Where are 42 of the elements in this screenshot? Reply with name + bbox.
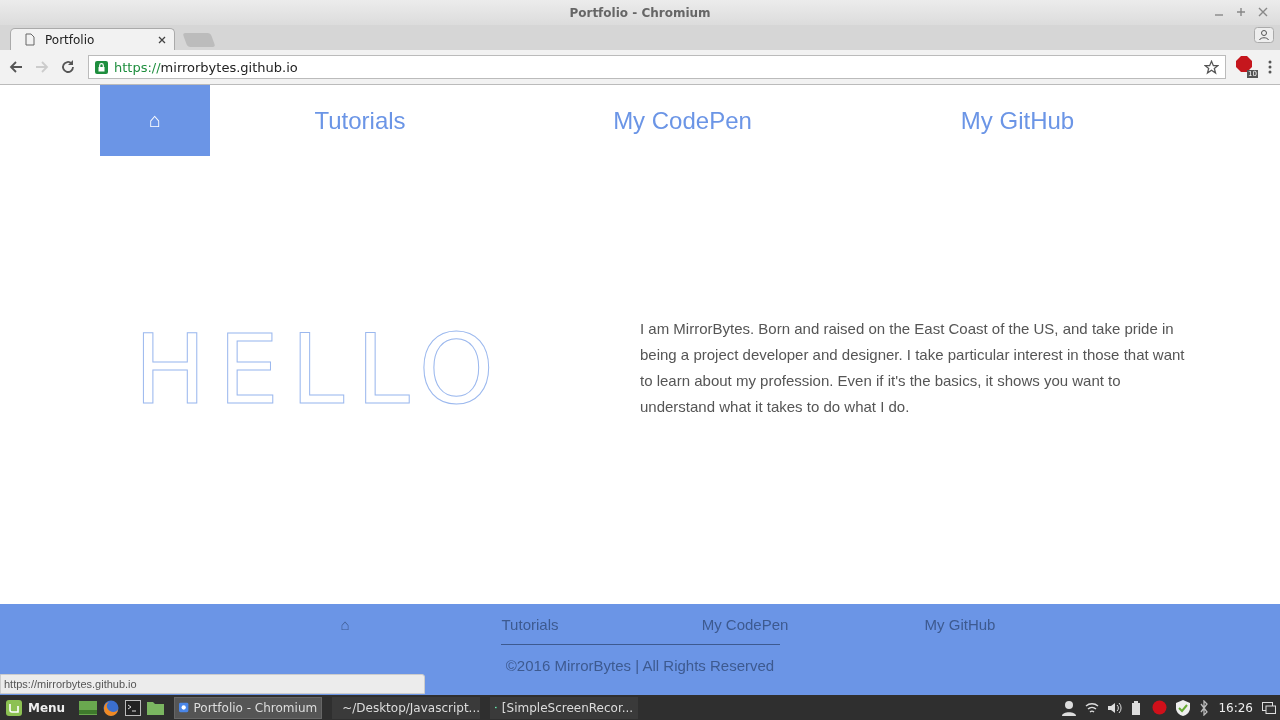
taskbar-window-button[interactable]: ~/Desktop/Javascript... xyxy=(332,696,481,719)
footer-link[interactable]: My GitHub xyxy=(924,616,996,633)
nav-link[interactable]: Tutorials xyxy=(210,85,510,156)
home-link[interactable]: ⌂ xyxy=(340,616,350,633)
stop-sign-icon xyxy=(1236,56,1252,72)
footer-link[interactable]: Tutorials xyxy=(501,616,559,633)
address-bar[interactable]: https://mirrorbytes.github.io xyxy=(88,55,1226,79)
page-icon xyxy=(25,33,35,46)
user-icon[interactable] xyxy=(1062,699,1077,716)
menu-icon[interactable] xyxy=(1268,60,1272,74)
about-paragraph: I am MirrorBytes. Born and raised on the East Coast of the US, and take pride in being a project developer and designer. I take particular interest in those that want to learn about my profession. Even if it's the basics, it shows you want to understand what it takes to do what I do. xyxy=(640,319,1185,417)
wifi-icon[interactable] xyxy=(1085,701,1100,714)
taskbar-window-button[interactable]: Portfolio - Chromium xyxy=(174,696,323,719)
bookmark-star-icon[interactable] xyxy=(1204,59,1219,75)
hello-heading: HELLO xyxy=(134,314,506,426)
start-menu-button[interactable]: Menu xyxy=(4,699,74,716)
home-link[interactable]: ⌂ xyxy=(100,85,210,156)
status-url-bubble: https://mirrorbytes.github.io xyxy=(0,674,425,694)
url-text: https://mirrorbytes.github.io xyxy=(114,59,299,75)
reload-icon[interactable] xyxy=(60,59,76,75)
lock-icon xyxy=(95,60,108,74)
browser-tab[interactable]: Portfolio xyxy=(10,28,175,50)
record-icon[interactable] xyxy=(1152,700,1168,715)
profile-icon[interactable] xyxy=(1254,27,1274,43)
maximize-icon[interactable] xyxy=(1236,7,1246,17)
bluetooth-icon[interactable] xyxy=(1199,699,1210,716)
footer-link[interactable]: My CodePen xyxy=(701,616,789,633)
close-icon[interactable] xyxy=(158,35,166,44)
taskbar-window-button[interactable]: [SimpleScreenRecor... xyxy=(490,696,639,719)
nav-link[interactable]: My CodePen xyxy=(510,85,855,156)
clock: 16:26 xyxy=(1218,700,1253,715)
back-icon[interactable] xyxy=(8,59,24,75)
copyright-text: ©2016 MirrorBytes | All Rights Reserved xyxy=(505,657,775,674)
window-title: Portfolio - Chromium xyxy=(569,5,711,20)
nav-link[interactable]: My GitHub xyxy=(855,85,1180,156)
desktop-icon[interactable] xyxy=(79,699,98,716)
show-desktop-icon[interactable] xyxy=(1262,701,1276,714)
shield-icon[interactable] xyxy=(1176,699,1191,716)
folder-icon[interactable] xyxy=(147,700,165,715)
mint-logo-icon xyxy=(6,699,22,716)
terminal-icon[interactable] xyxy=(125,699,142,716)
volume-icon[interactable] xyxy=(1108,701,1123,714)
